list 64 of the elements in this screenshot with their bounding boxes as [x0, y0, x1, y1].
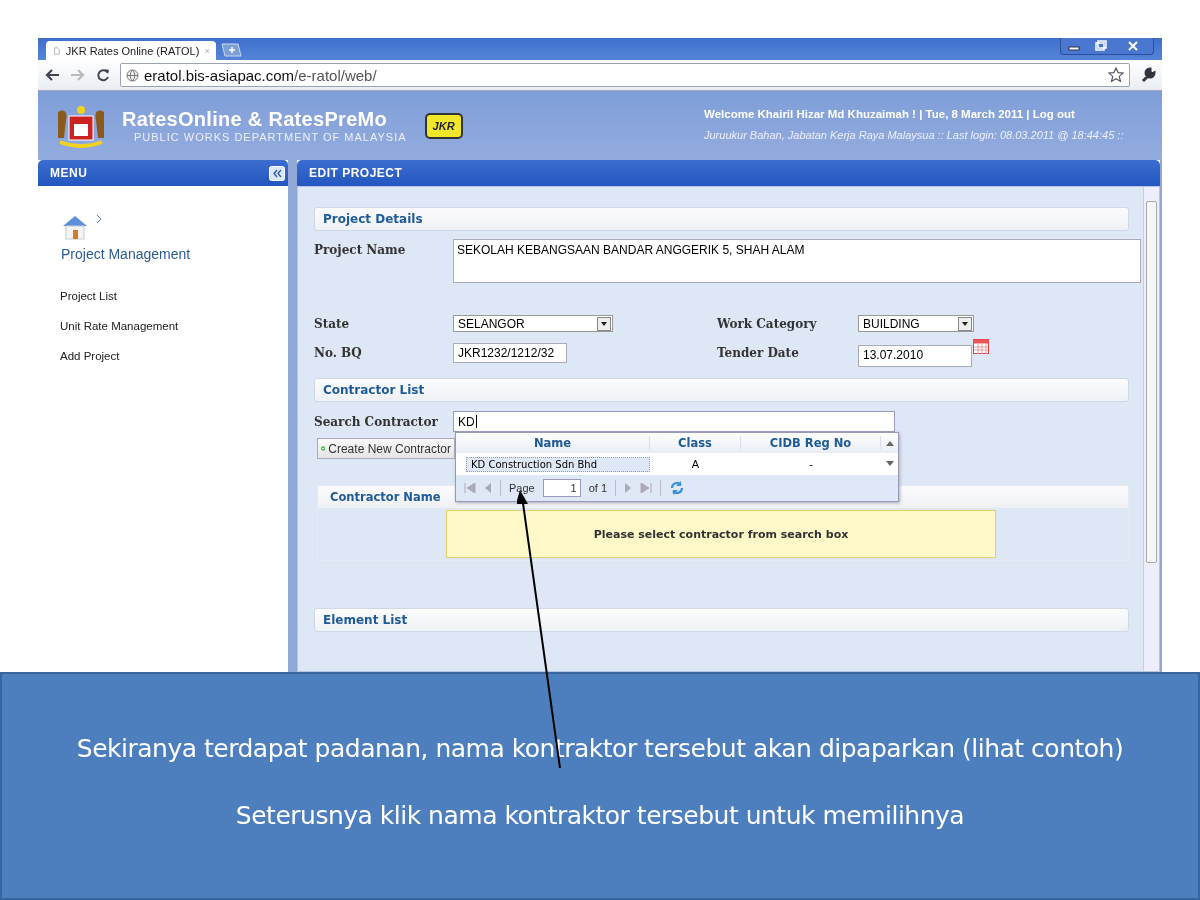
work-category-dropdown[interactable]: BUILDING — [858, 315, 974, 332]
column-header: Class — [650, 436, 741, 450]
close-icon[interactable] — [205, 46, 210, 55]
jkr-logo: JKR — [424, 112, 463, 139]
field-label: Search Contractor — [314, 414, 439, 429]
menu-link[interactable]: Project List — [60, 290, 288, 302]
table-cell[interactable]: A — [650, 458, 741, 470]
address-field[interactable]: eratol.bis-asiapac.com/e-ratol/web/ — [120, 63, 1130, 87]
field-label: Project Name — [314, 243, 407, 257]
add-icon — [321, 444, 326, 453]
reload-icon[interactable] — [96, 68, 110, 82]
page-icon — [54, 44, 60, 57]
collapse-icon[interactable] — [269, 165, 285, 181]
site-title: RatesOnline & RatesPreMo — [122, 108, 389, 131]
section-title: Element List — [323, 613, 408, 627]
scrollbar[interactable] — [1143, 187, 1159, 671]
new-tab-button[interactable] — [220, 43, 242, 57]
column-header: Name — [456, 436, 650, 450]
previous-page-icon[interactable] — [484, 483, 492, 493]
menu-link[interactable]: Add Project — [60, 350, 288, 362]
breadcrumb-title: Project Management — [61, 246, 192, 262]
column-header: Contractor Name — [330, 490, 441, 504]
caret-icon — [958, 316, 972, 331]
page-field[interactable]: 1 — [542, 479, 581, 497]
site-subtitle: PUBLIC WORKS DEPARTMENT OF MALAYSIA — [134, 131, 407, 143]
field-label: Tender Date — [717, 346, 800, 360]
page-label: Page — [509, 482, 535, 494]
project-name-field[interactable]: SEKOLAH KEBANGSAAN BANDAR ANGGERIK 5, SHAH ALAM — [453, 239, 1141, 283]
table-cell[interactable]: KD Construction Sdn Bhd — [466, 456, 650, 472]
create-contractor-button[interactable]: Create New Contractor — [317, 438, 455, 459]
first-page-icon[interactable] — [464, 483, 476, 493]
refresh-icon[interactable] — [669, 480, 686, 496]
menu-title: MENU — [50, 166, 88, 180]
scroll-down-icon[interactable] — [885, 461, 894, 467]
next-page-icon[interactable] — [624, 483, 633, 493]
page-count: of 1 — [588, 482, 608, 494]
browser-tab[interactable]: JKR Rates Online (RATOL) — [46, 41, 216, 60]
back-icon[interactable] — [44, 68, 60, 82]
caret-icon — [597, 316, 611, 331]
table-cell[interactable]: - — [741, 458, 881, 470]
section-title: Contractor List — [323, 383, 425, 397]
wrench-icon[interactable] — [1140, 67, 1156, 83]
caption-text: Seterusnya klik nama kontraktor tersebut untuk memilihnya — [235, 801, 965, 830]
search-field[interactable]: KD — [453, 411, 895, 432]
scroll-up-icon[interactable] — [885, 440, 894, 446]
panel-title: EDIT PROJECT — [309, 166, 403, 180]
forward-icon[interactable] — [70, 68, 86, 82]
login-info: Juruukur Bahan, Jabatan Kerja Raya Malaysua :: Last login: 08.03.2011 @ 18:44:45 :: — [704, 129, 1125, 141]
chevron-icon — [96, 214, 102, 224]
state-dropdown[interactable]: SELANGOR — [453, 315, 613, 332]
field-label: State — [314, 316, 351, 331]
menu-link[interactable]: Unit Rate Management — [60, 320, 288, 332]
info-message: Please select contractor from search box — [446, 510, 996, 558]
bq-field[interactable]: JKR1232/1212/32 — [453, 343, 567, 363]
globe-icon — [126, 68, 139, 82]
column-header: CIDB Reg No — [741, 436, 881, 450]
field-label: Work Category — [717, 316, 818, 331]
calendar-icon[interactable] — [973, 339, 989, 354]
star-icon[interactable] — [1108, 67, 1124, 83]
welcome-text: Welcome Khairil Hizar Md Khuzaimah ! | Tue, 8 March 2011 | Log out — [704, 108, 1076, 120]
tender-date-field[interactable]: 13.07.2010 — [858, 345, 972, 367]
last-page-icon[interactable] — [640, 483, 653, 493]
section-title: Project Details — [323, 212, 423, 226]
field-label: No. BQ — [314, 346, 363, 360]
